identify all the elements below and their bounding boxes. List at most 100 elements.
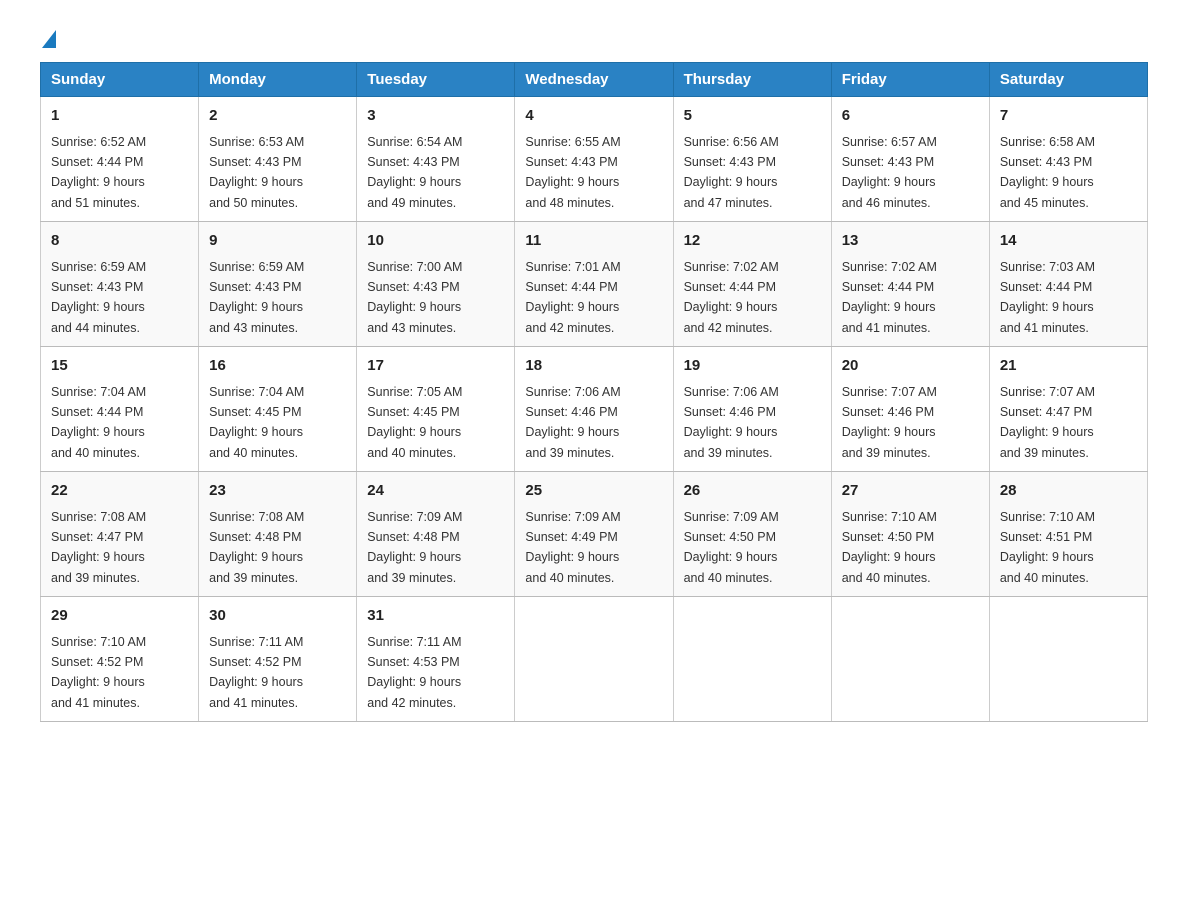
calendar-week-row: 8 Sunrise: 6:59 AMSunset: 4:43 PMDayligh… [41, 222, 1148, 347]
day-info: Sunrise: 7:04 AMSunset: 4:45 PMDaylight:… [209, 385, 304, 460]
day-number: 4 [525, 105, 662, 128]
calendar-cell: 25 Sunrise: 7:09 AMSunset: 4:49 PMDaylig… [515, 472, 673, 597]
day-number: 29 [51, 605, 188, 628]
day-info: Sunrise: 6:58 AMSunset: 4:43 PMDaylight:… [1000, 135, 1095, 210]
day-number: 22 [51, 480, 188, 503]
calendar-week-row: 1 Sunrise: 6:52 AMSunset: 4:44 PMDayligh… [41, 97, 1148, 222]
day-info: Sunrise: 7:07 AMSunset: 4:46 PMDaylight:… [842, 385, 937, 460]
calendar-week-row: 22 Sunrise: 7:08 AMSunset: 4:47 PMDaylig… [41, 472, 1148, 597]
calendar-header-row: SundayMondayTuesdayWednesdayThursdayFrid… [41, 63, 1148, 97]
day-number: 1 [51, 105, 188, 128]
calendar-cell: 11 Sunrise: 7:01 AMSunset: 4:44 PMDaylig… [515, 222, 673, 347]
day-number: 15 [51, 355, 188, 378]
day-info: Sunrise: 7:11 AMSunset: 4:52 PMDaylight:… [209, 635, 303, 710]
day-info: Sunrise: 7:00 AMSunset: 4:43 PMDaylight:… [367, 260, 462, 335]
calendar-cell: 19 Sunrise: 7:06 AMSunset: 4:46 PMDaylig… [673, 347, 831, 472]
calendar-cell: 26 Sunrise: 7:09 AMSunset: 4:50 PMDaylig… [673, 472, 831, 597]
col-header-monday: Monday [199, 63, 357, 97]
calendar-cell: 6 Sunrise: 6:57 AMSunset: 4:43 PMDayligh… [831, 97, 989, 222]
calendar-cell: 10 Sunrise: 7:00 AMSunset: 4:43 PMDaylig… [357, 222, 515, 347]
day-number: 12 [684, 230, 821, 253]
day-number: 25 [525, 480, 662, 503]
day-number: 8 [51, 230, 188, 253]
calendar-cell: 29 Sunrise: 7:10 AMSunset: 4:52 PMDaylig… [41, 597, 199, 722]
day-number: 13 [842, 230, 979, 253]
calendar-cell: 21 Sunrise: 7:07 AMSunset: 4:47 PMDaylig… [989, 347, 1147, 472]
calendar-cell: 2 Sunrise: 6:53 AMSunset: 4:43 PMDayligh… [199, 97, 357, 222]
calendar-cell: 9 Sunrise: 6:59 AMSunset: 4:43 PMDayligh… [199, 222, 357, 347]
calendar-week-row: 29 Sunrise: 7:10 AMSunset: 4:52 PMDaylig… [41, 597, 1148, 722]
calendar-cell: 3 Sunrise: 6:54 AMSunset: 4:43 PMDayligh… [357, 97, 515, 222]
day-info: Sunrise: 6:55 AMSunset: 4:43 PMDaylight:… [525, 135, 620, 210]
calendar-cell: 12 Sunrise: 7:02 AMSunset: 4:44 PMDaylig… [673, 222, 831, 347]
calendar-table: SundayMondayTuesdayWednesdayThursdayFrid… [40, 62, 1148, 722]
calendar-cell: 20 Sunrise: 7:07 AMSunset: 4:46 PMDaylig… [831, 347, 989, 472]
col-header-sunday: Sunday [41, 63, 199, 97]
col-header-saturday: Saturday [989, 63, 1147, 97]
day-info: Sunrise: 7:06 AMSunset: 4:46 PMDaylight:… [684, 385, 779, 460]
day-info: Sunrise: 7:07 AMSunset: 4:47 PMDaylight:… [1000, 385, 1095, 460]
calendar-cell [515, 597, 673, 722]
calendar-cell: 8 Sunrise: 6:59 AMSunset: 4:43 PMDayligh… [41, 222, 199, 347]
calendar-cell: 16 Sunrise: 7:04 AMSunset: 4:45 PMDaylig… [199, 347, 357, 472]
day-number: 26 [684, 480, 821, 503]
day-info: Sunrise: 6:59 AMSunset: 4:43 PMDaylight:… [51, 260, 146, 335]
day-number: 17 [367, 355, 504, 378]
header [40, 30, 1148, 42]
logo-general [40, 30, 56, 46]
day-number: 19 [684, 355, 821, 378]
day-info: Sunrise: 7:10 AMSunset: 4:51 PMDaylight:… [1000, 510, 1095, 585]
calendar-cell: 30 Sunrise: 7:11 AMSunset: 4:52 PMDaylig… [199, 597, 357, 722]
calendar-cell: 23 Sunrise: 7:08 AMSunset: 4:48 PMDaylig… [199, 472, 357, 597]
day-number: 16 [209, 355, 346, 378]
calendar-cell [673, 597, 831, 722]
day-number: 30 [209, 605, 346, 628]
logo-triangle-icon [42, 30, 56, 48]
day-info: Sunrise: 6:54 AMSunset: 4:43 PMDaylight:… [367, 135, 462, 210]
calendar-cell: 24 Sunrise: 7:09 AMSunset: 4:48 PMDaylig… [357, 472, 515, 597]
calendar-cell: 22 Sunrise: 7:08 AMSunset: 4:47 PMDaylig… [41, 472, 199, 597]
day-number: 2 [209, 105, 346, 128]
day-number: 6 [842, 105, 979, 128]
day-info: Sunrise: 7:10 AMSunset: 4:50 PMDaylight:… [842, 510, 937, 585]
logo [40, 30, 56, 42]
calendar-cell: 18 Sunrise: 7:06 AMSunset: 4:46 PMDaylig… [515, 347, 673, 472]
day-info: Sunrise: 6:53 AMSunset: 4:43 PMDaylight:… [209, 135, 304, 210]
day-info: Sunrise: 7:08 AMSunset: 4:47 PMDaylight:… [51, 510, 146, 585]
calendar-cell: 14 Sunrise: 7:03 AMSunset: 4:44 PMDaylig… [989, 222, 1147, 347]
day-info: Sunrise: 7:02 AMSunset: 4:44 PMDaylight:… [842, 260, 937, 335]
day-number: 23 [209, 480, 346, 503]
day-number: 10 [367, 230, 504, 253]
day-info: Sunrise: 6:56 AMSunset: 4:43 PMDaylight:… [684, 135, 779, 210]
day-number: 21 [1000, 355, 1137, 378]
day-info: Sunrise: 7:01 AMSunset: 4:44 PMDaylight:… [525, 260, 620, 335]
col-header-friday: Friday [831, 63, 989, 97]
day-info: Sunrise: 7:11 AMSunset: 4:53 PMDaylight:… [367, 635, 461, 710]
day-info: Sunrise: 7:02 AMSunset: 4:44 PMDaylight:… [684, 260, 779, 335]
col-header-tuesday: Tuesday [357, 63, 515, 97]
calendar-cell: 27 Sunrise: 7:10 AMSunset: 4:50 PMDaylig… [831, 472, 989, 597]
day-number: 18 [525, 355, 662, 378]
day-info: Sunrise: 7:10 AMSunset: 4:52 PMDaylight:… [51, 635, 146, 710]
calendar-cell [989, 597, 1147, 722]
calendar-cell: 28 Sunrise: 7:10 AMSunset: 4:51 PMDaylig… [989, 472, 1147, 597]
calendar-week-row: 15 Sunrise: 7:04 AMSunset: 4:44 PMDaylig… [41, 347, 1148, 472]
day-info: Sunrise: 7:04 AMSunset: 4:44 PMDaylight:… [51, 385, 146, 460]
day-number: 11 [525, 230, 662, 253]
day-number: 9 [209, 230, 346, 253]
day-number: 31 [367, 605, 504, 628]
day-number: 5 [684, 105, 821, 128]
calendar-cell: 7 Sunrise: 6:58 AMSunset: 4:43 PMDayligh… [989, 97, 1147, 222]
calendar-cell [831, 597, 989, 722]
day-info: Sunrise: 6:52 AMSunset: 4:44 PMDaylight:… [51, 135, 146, 210]
day-number: 28 [1000, 480, 1137, 503]
calendar-cell: 17 Sunrise: 7:05 AMSunset: 4:45 PMDaylig… [357, 347, 515, 472]
calendar-cell: 4 Sunrise: 6:55 AMSunset: 4:43 PMDayligh… [515, 97, 673, 222]
calendar-cell: 31 Sunrise: 7:11 AMSunset: 4:53 PMDaylig… [357, 597, 515, 722]
calendar-cell: 13 Sunrise: 7:02 AMSunset: 4:44 PMDaylig… [831, 222, 989, 347]
day-info: Sunrise: 7:08 AMSunset: 4:48 PMDaylight:… [209, 510, 304, 585]
day-number: 27 [842, 480, 979, 503]
day-info: Sunrise: 6:59 AMSunset: 4:43 PMDaylight:… [209, 260, 304, 335]
calendar-cell: 1 Sunrise: 6:52 AMSunset: 4:44 PMDayligh… [41, 97, 199, 222]
calendar-cell: 5 Sunrise: 6:56 AMSunset: 4:43 PMDayligh… [673, 97, 831, 222]
